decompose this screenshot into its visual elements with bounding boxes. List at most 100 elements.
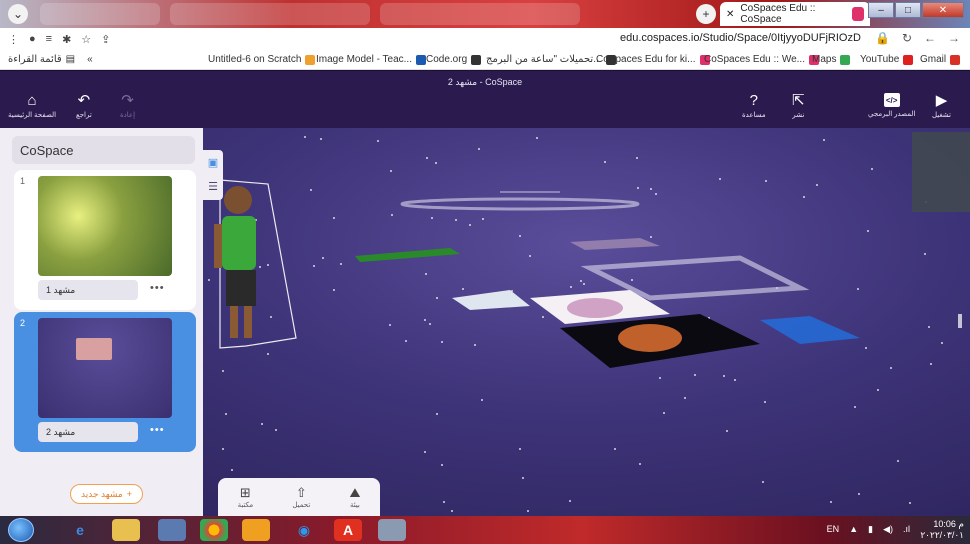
ring-object[interactable] <box>400 197 640 211</box>
bookmark-item[interactable]: Image Model - Teac... <box>316 54 426 65</box>
play-button[interactable]: ▶ تشغيل <box>932 93 951 119</box>
bottom-toolbar: ⊞ مكتبة ⇧ تحميل ⛰ بيئة <box>218 478 380 516</box>
bookmark-item[interactable]: Gmail <box>920 54 961 65</box>
scene-card-1[interactable]: 1 مشهد 1 ••• <box>14 170 196 310</box>
redo-button[interactable]: ↷ إعادة <box>120 93 135 119</box>
reload-icon[interactable]: ↻ <box>902 31 912 45</box>
panel-object[interactable] <box>912 132 970 212</box>
new-tab-icon[interactable]: + <box>696 4 716 24</box>
language-indicator[interactable]: EN <box>827 524 840 535</box>
undo-icon: ↶ <box>77 92 91 109</box>
extensions-icon[interactable]: ✱ <box>62 33 71 46</box>
scene-thumbnail <box>38 318 172 418</box>
window-controls: – □ ✕ <box>868 2 964 18</box>
scene-card-2[interactable]: 2 مشهد 2 ••• <box>14 312 196 452</box>
more-options-icon[interactable]: ••• <box>150 424 165 436</box>
chevron-double-icon[interactable]: « <box>87 54 93 65</box>
redo-icon: ↷ <box>121 92 134 109</box>
help-button[interactable]: ? مساعدة <box>742 93 766 119</box>
share-icon: ⇱ <box>792 92 805 109</box>
bookmark-item[interactable]: CoSpaces Edu for ki... <box>596 54 710 65</box>
help-icon: ? <box>749 92 758 109</box>
scenes-view-icon[interactable]: ▣ <box>203 150 223 174</box>
library-button[interactable]: ⊞ مكتبة <box>238 486 254 509</box>
close-tab-icon[interactable]: ✕ <box>726 9 734 20</box>
flower-object[interactable] <box>567 298 623 318</box>
code-button[interactable]: </> المصدر البرمجي <box>868 93 915 118</box>
cospace-title[interactable]: CoSpace <box>12 136 195 164</box>
profile-icon[interactable]: ● <box>29 33 36 45</box>
purple-tile-object[interactable] <box>570 238 660 250</box>
environment-button[interactable]: ⛰ بيئة <box>349 486 360 509</box>
url-field[interactable]: edu.cospaces.io/Studio/Space/0ItjyyoDUFj… <box>620 32 861 44</box>
lock-icon[interactable]: 🔒 <box>875 31 890 45</box>
menu-dots-icon[interactable]: ⋮ <box>8 33 19 46</box>
share-button[interactable]: ⇱ نشر <box>792 93 805 119</box>
youtube-icon <box>903 54 914 65</box>
teachable-icon <box>415 54 426 65</box>
scene-thumbnail <box>38 176 172 276</box>
bookmark-item[interactable]: YouTube <box>860 54 914 65</box>
maximize-button[interactable]: □ <box>895 2 921 18</box>
volume-icon[interactable]: ◀) <box>883 524 893 535</box>
tab-blurred[interactable] <box>380 3 580 25</box>
ie-icon[interactable]: e <box>66 519 94 541</box>
minimize-button[interactable]: – <box>868 2 894 18</box>
start-button[interactable] <box>8 518 34 542</box>
tray-expand-icon[interactable]: ▲ <box>849 524 858 535</box>
address-bar: ⋮ ● ≡ ✱ ☆ ⇪ edu.cospaces.io/Studio/Space… <box>0 28 970 50</box>
codeorg-icon <box>471 54 482 65</box>
bookmark-star-icon[interactable]: ☆ <box>81 33 91 46</box>
acrobat-icon[interactable]: A <box>334 519 362 541</box>
screen: ⌄ + ✕ CoSpaces Edu :: CoSpace – □ ✕ ⋮ ● … <box>0 0 970 544</box>
undo-button[interactable]: ↶ تراجع <box>76 93 92 119</box>
home-button[interactable]: ⌂ الصفحة الرئيسية <box>8 93 56 119</box>
reading-mode-icon[interactable]: ≡ <box>46 33 52 45</box>
tab-blurred[interactable] <box>170 3 370 25</box>
upload-button[interactable]: ⇧ تحميل <box>292 486 310 509</box>
bookmark-item[interactable]: Maps <box>812 54 851 65</box>
clock[interactable]: 10:06 م ٢٠٢٢/٠٣/٠١ <box>920 519 964 541</box>
code-icon: </> <box>883 93 900 107</box>
scene-title: مشهد 2 - CoSpace <box>447 77 523 87</box>
paint-icon[interactable] <box>378 519 406 541</box>
close-window-button[interactable]: ✕ <box>922 2 964 18</box>
new-scene-button[interactable]: مشهد جديد + <box>70 484 144 504</box>
app-icon[interactable] <box>158 519 186 541</box>
edge-icon[interactable]: ◉ <box>290 519 318 541</box>
chrome-icon[interactable] <box>200 519 228 541</box>
avatar-character[interactable] <box>214 179 297 349</box>
forward-icon[interactable]: → <box>948 31 960 45</box>
reading-list[interactable]: قائمة القراءة ▤ « <box>8 54 93 65</box>
scene-name[interactable]: مشهد 1 <box>38 280 138 300</box>
tab-search-icon[interactable]: ⌄ <box>8 4 28 24</box>
active-tab[interactable]: ✕ CoSpaces Edu :: CoSpace <box>720 2 870 26</box>
scene-number: 1 <box>20 176 26 186</box>
bookmark-item[interactable]: CoSpaces Edu :: We... <box>704 54 819 65</box>
media-player-icon[interactable] <box>242 519 270 541</box>
cospaces-favicon-icon <box>851 7 864 21</box>
library-icon: ⊞ <box>239 484 251 500</box>
signal-icon[interactable]: .ıl <box>903 524 910 535</box>
clock-date: ٢٠٢٢/٠٣/٠١ <box>920 530 964 540</box>
taskbar: e ◉ A EN ▲ ▮ ◀) .ıl 10:06 م ٢٠٢٢/٠٣/٠١ <box>0 516 970 544</box>
gmail-icon <box>950 54 961 65</box>
bookmark-item[interactable]: Code.org <box>426 54 482 65</box>
explorer-icon[interactable] <box>112 519 140 541</box>
share-page-icon[interactable]: ⇪ <box>101 33 110 46</box>
scratch-icon <box>305 54 316 65</box>
more-options-icon[interactable]: ••• <box>150 282 165 294</box>
plus-icon: + <box>126 489 133 499</box>
flower-image-object[interactable] <box>618 324 682 352</box>
scroll-handle[interactable] <box>958 314 962 328</box>
bookmark-item[interactable]: Untitled-6 on Scratch <box>208 54 316 65</box>
scenes-sidebar: CoSpace 1 مشهد 1 ••• 2 مشهد 2 ••• مشهد ج… <box>0 128 203 516</box>
list-view-icon[interactable]: ☰ <box>203 174 223 198</box>
tab-blurred[interactable] <box>40 3 160 25</box>
back-icon[interactable]: ← <box>924 31 936 45</box>
blue-tile-object[interactable] <box>760 316 860 344</box>
image-tile-object[interactable] <box>452 290 530 310</box>
green-plank-object[interactable] <box>355 248 460 262</box>
battery-icon[interactable]: ▮ <box>868 524 873 535</box>
scene-name[interactable]: مشهد 2 <box>38 422 138 442</box>
